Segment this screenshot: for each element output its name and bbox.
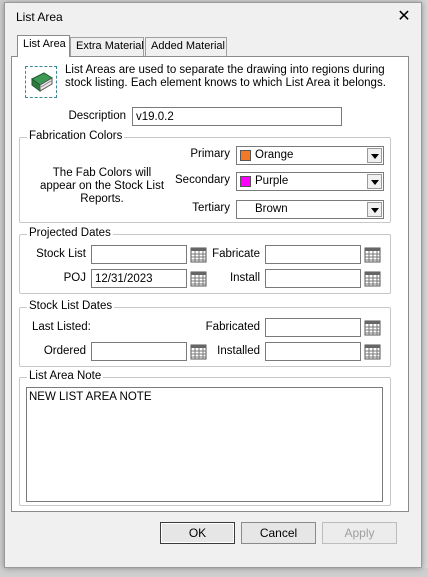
calendar-icon[interactable] bbox=[190, 246, 207, 263]
orange-swatch bbox=[240, 150, 251, 161]
description-label: Description bbox=[68, 110, 126, 122]
tab-panel-list-area: List Areas are used to separate the draw… bbox=[11, 56, 409, 512]
stock-list-dates-group: Stock List Dates Last Listed: Fabricated… bbox=[19, 300, 391, 367]
projected-dates-title: Projected Dates bbox=[27, 227, 113, 239]
secondary-value: Purple bbox=[255, 175, 289, 187]
stock-list-date-input[interactable] bbox=[91, 245, 187, 264]
chevron-down-icon[interactable] bbox=[367, 148, 382, 163]
tab-extra-material[interactable]: Extra Material bbox=[70, 37, 144, 56]
tab-label: Added Material bbox=[151, 40, 225, 52]
list-area-note-title: List Area Note bbox=[27, 370, 104, 382]
apply-button[interactable]: Apply bbox=[322, 522, 397, 544]
fabricated-date-input[interactable] bbox=[265, 318, 361, 337]
tab-list-area[interactable]: List Area bbox=[17, 35, 70, 57]
primary-color-select[interactable]: Orange bbox=[236, 146, 384, 165]
chevron-down-icon[interactable] bbox=[367, 202, 382, 217]
window-title: List Area bbox=[16, 10, 63, 24]
fabrication-colors-title: Fabrication Colors bbox=[27, 130, 125, 142]
fabricate-date-input[interactable] bbox=[265, 245, 361, 264]
primary-label: Primary bbox=[190, 148, 230, 160]
ordered-label: Ordered bbox=[43, 345, 86, 357]
install-label: Install bbox=[229, 272, 260, 284]
title-bar[interactable]: List Area ✕ bbox=[5, 3, 421, 31]
projected-dates-group: Projected Dates Stock List Fabricate POJ… bbox=[19, 227, 391, 294]
tab-label: List Area bbox=[23, 38, 66, 50]
installed-date-input[interactable] bbox=[265, 342, 361, 361]
chevron-down-icon[interactable] bbox=[367, 174, 382, 189]
description-input[interactable] bbox=[132, 107, 342, 126]
poj-date-input[interactable] bbox=[91, 269, 187, 288]
primary-value: Orange bbox=[255, 149, 294, 161]
background-app-bottom bbox=[0, 568, 428, 577]
tab-added-material[interactable]: Added Material bbox=[145, 37, 227, 56]
close-button[interactable]: ✕ bbox=[391, 5, 417, 29]
calendar-icon[interactable] bbox=[190, 270, 207, 287]
install-date-input[interactable] bbox=[265, 269, 361, 288]
last-listed-label: Last Listed: bbox=[32, 321, 91, 333]
tab-label: Extra Material bbox=[76, 40, 144, 52]
calendar-icon[interactable] bbox=[364, 319, 381, 336]
intro-text: List Areas are used to separate the draw… bbox=[65, 64, 386, 89]
stock-list-dates-title: Stock List Dates bbox=[27, 300, 115, 312]
close-icon: ✕ bbox=[397, 8, 411, 25]
installed-label: Installed bbox=[217, 345, 260, 357]
ok-button[interactable]: OK bbox=[160, 522, 235, 544]
purple-swatch bbox=[240, 176, 251, 187]
tertiary-value: Brown bbox=[255, 203, 288, 215]
list-area-note-textarea[interactable]: NEW LIST AREA NOTE bbox=[26, 387, 383, 502]
tertiary-label: Tertiary bbox=[192, 202, 230, 214]
poj-label: POJ bbox=[63, 272, 86, 284]
ordered-date-input[interactable] bbox=[91, 342, 187, 361]
fabricate-label: Fabricate bbox=[212, 248, 260, 260]
fab-colors-note: The Fab Colors will appear on the Stock … bbox=[39, 167, 165, 205]
list-area-note-group: List Area Note NEW LIST AREA NOTE bbox=[19, 370, 391, 506]
calendar-icon[interactable] bbox=[364, 270, 381, 287]
fabrication-colors-group: Fabrication Colors The Fab Colors will a… bbox=[19, 130, 391, 223]
secondary-label: Secondary bbox=[175, 174, 230, 186]
calendar-icon[interactable] bbox=[364, 343, 381, 360]
stock-list-label: Stock List bbox=[36, 248, 86, 260]
fabricated-label: Fabricated bbox=[205, 321, 260, 333]
calendar-icon[interactable] bbox=[364, 246, 381, 263]
book-icon bbox=[25, 66, 57, 98]
secondary-color-select[interactable]: Purple bbox=[236, 172, 384, 191]
cancel-button[interactable]: Cancel bbox=[241, 522, 316, 544]
tertiary-color-select[interactable]: Brown bbox=[236, 200, 384, 219]
